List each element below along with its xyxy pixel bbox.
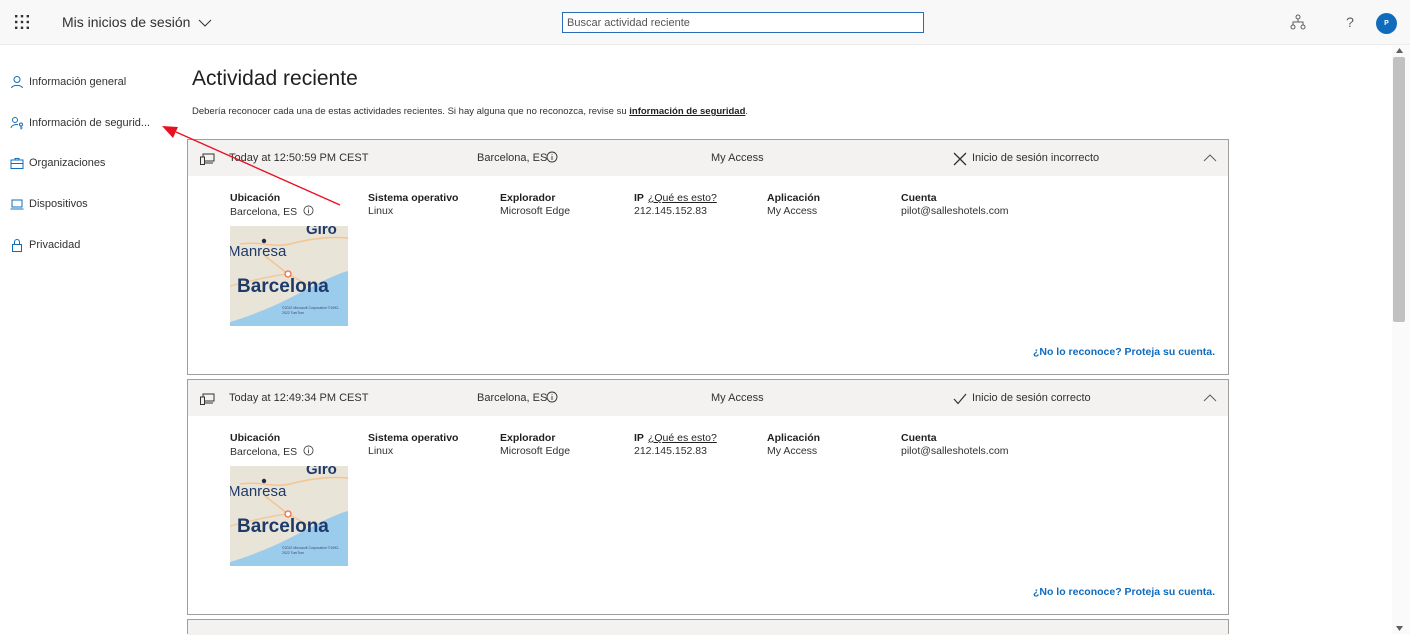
scroll-up-icon[interactable] [1396, 48, 1403, 53]
annotation-arrow [162, 126, 341, 206]
scrollbar[interactable] [1392, 45, 1410, 634]
scroll-down-icon[interactable] [1396, 626, 1403, 631]
scrollbar-thumb[interactable] [1393, 57, 1405, 322]
